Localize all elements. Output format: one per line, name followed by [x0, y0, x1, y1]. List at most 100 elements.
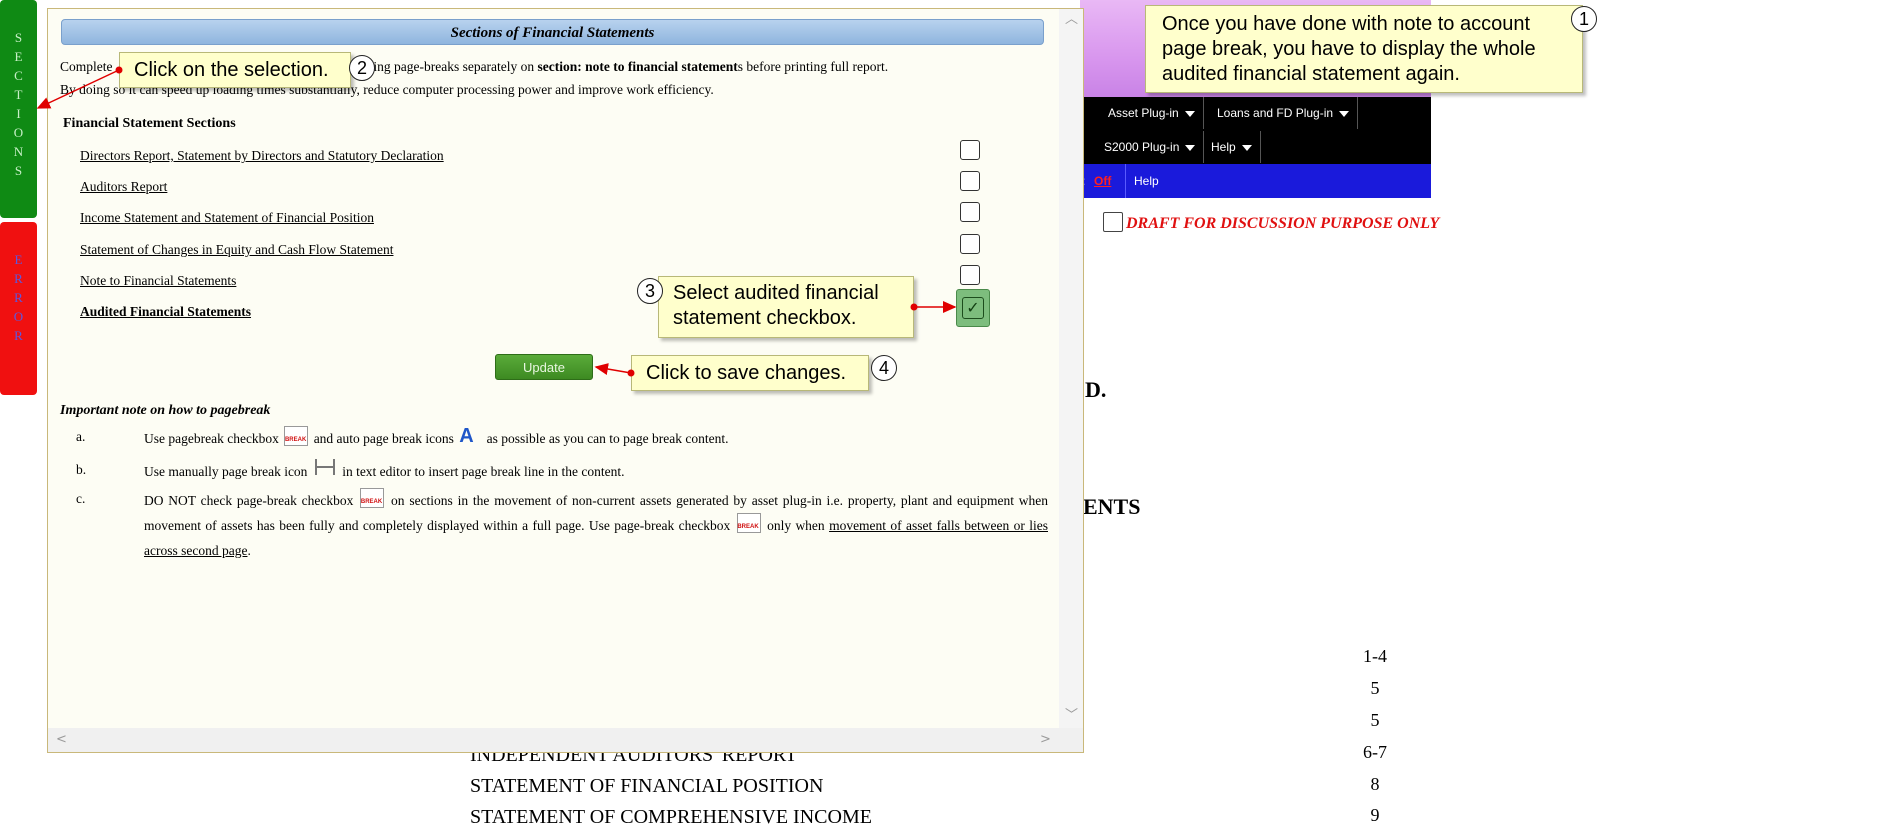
- tab-letter: E: [14, 252, 23, 267]
- dialog-title: Sections of Financial Statements: [61, 19, 1044, 45]
- contents-heading-fragment: ENTS: [1083, 494, 1141, 519]
- toc-page: 6-7: [1363, 742, 1387, 762]
- note-letter: c.: [76, 491, 86, 506]
- note-letter: a.: [76, 429, 86, 444]
- tab-letter: O: [13, 125, 24, 140]
- note-text: DO NOT check page-break checkbox: [144, 493, 354, 508]
- vertical-scrollbar[interactable]: ︿ ﹀: [1059, 9, 1083, 731]
- callout-2: Click on the selection.: [119, 52, 351, 88]
- callout-text: Once you have done with note to account …: [1162, 13, 1536, 85]
- section-link-income-statement[interactable]: Income Statement and Statement of Financ…: [80, 210, 374, 226]
- section-checkbox-note-to-fs[interactable]: [960, 265, 980, 285]
- horizontal-scrollbar[interactable]: < >: [48, 728, 1083, 752]
- tab-letter: S: [14, 30, 23, 45]
- toc-title: STATEMENT OF COMPREHENSIVE INCOME: [470, 806, 872, 828]
- section-link-directors-report[interactable]: Directors Report, Statement by Directors…: [80, 148, 444, 164]
- pagebreak-checkbox-icon: BREAK: [284, 426, 309, 446]
- menu-label: S2000 Plug-in: [1104, 140, 1180, 154]
- step-badge: 1: [1571, 6, 1597, 32]
- step-badge: 2: [349, 55, 375, 81]
- toolbar-blue: : Off Help: [1080, 164, 1431, 198]
- tab-letter: R: [14, 271, 23, 286]
- update-button[interactable]: Update: [495, 354, 593, 380]
- pagebreak-checkbox-icon: BREAK: [360, 488, 385, 508]
- intro-text: Complete: [60, 59, 113, 74]
- break-icon-text: BREAK: [737, 524, 759, 530]
- check-icon: ✓: [962, 297, 984, 319]
- menu-s2000-plugin[interactable]: S2000 Plug-in: [1096, 131, 1205, 163]
- chevron-right-icon[interactable]: >: [1040, 733, 1051, 746]
- break-icon-text: BREAK: [284, 437, 307, 443]
- error-tab[interactable]: E R R O R: [0, 222, 37, 395]
- note-text: .: [247, 543, 251, 558]
- sections-tab[interactable]: S E C T I O N S: [0, 0, 37, 218]
- tab-letter: N: [13, 144, 24, 159]
- caret-down-icon: [1184, 110, 1195, 117]
- callout-4: Click to save changes.: [631, 355, 869, 391]
- note-text: in text editor to insert page break line…: [342, 464, 625, 479]
- note-text: and auto page break icons: [313, 431, 454, 446]
- tab-letter: C: [14, 68, 23, 83]
- toc-page: 5: [1370, 710, 1380, 730]
- toc-page: 5: [1370, 678, 1380, 698]
- menu-asset-plugin[interactable]: Asset Plug-in: [1100, 97, 1204, 129]
- note-text: as possible as you can to page break con…: [486, 431, 729, 446]
- menu-label: Loans and FD Plug-in: [1217, 106, 1334, 120]
- tab-letter: O: [13, 309, 24, 324]
- toggle-off-link[interactable]: Off: [1094, 164, 1111, 198]
- menu-help[interactable]: Help: [1203, 131, 1261, 163]
- note-text: Use manually page break icon: [144, 464, 308, 479]
- pagebreak-note-title: Important note on how to pagebreak: [60, 403, 271, 418]
- draft-checkbox[interactable]: [1103, 212, 1123, 232]
- tab-letter: T: [14, 87, 23, 102]
- menu-label: Help: [1211, 140, 1236, 154]
- toc-page: 8: [1370, 774, 1380, 794]
- section-link-auditors-report[interactable]: Auditors Report: [80, 179, 167, 195]
- note-letter: b.: [76, 462, 87, 477]
- caret-down-icon: [1185, 144, 1196, 151]
- tab-letter: S: [14, 163, 23, 178]
- tab-letter: E: [14, 49, 23, 64]
- chevron-down-icon[interactable]: ﹀: [1065, 709, 1078, 722]
- section-checkbox-income-statement[interactable]: [960, 202, 980, 222]
- note-text: only when: [767, 518, 825, 533]
- section-checkbox-auditors-report[interactable]: [960, 171, 980, 191]
- company-name-fragment: D.: [1085, 377, 1107, 402]
- section-link-note-to-fs[interactable]: Note to Financial Statements: [80, 273, 236, 289]
- chevron-left-icon[interactable]: <: [56, 733, 67, 746]
- callout-3: Select audited financial statement check…: [658, 276, 914, 338]
- menu-loans-fd-plugin[interactable]: Loans and FD Plug-in: [1209, 97, 1359, 129]
- callout-1: Once you have done with note to account …: [1145, 5, 1583, 93]
- note-item-b: b. Use manually page break icon in text …: [76, 459, 1048, 487]
- toc-page: 1-4: [1363, 646, 1387, 666]
- section-link-changes-in-equity[interactable]: Statement of Changes in Equity and Cash …: [80, 242, 393, 258]
- manual-pagebreak-icon: [314, 459, 335, 475]
- tab-letter: I: [16, 106, 21, 121]
- intro-bold-text: section: note to financial statement: [537, 59, 738, 74]
- sections-dialog: Sections of Financial Statements Complet…: [47, 8, 1084, 753]
- tab-letter: R: [14, 290, 23, 305]
- note-text: Use pagebreak checkbox: [144, 431, 279, 446]
- callout-text: Click on the selection.: [134, 59, 329, 81]
- chevron-up-icon[interactable]: ︿: [1065, 13, 1078, 26]
- caret-down-icon: [1339, 110, 1350, 117]
- tab-letter: R: [14, 328, 23, 343]
- toolbar-help-link[interactable]: Help: [1125, 164, 1159, 198]
- section-checkbox-directors-report[interactable]: [960, 140, 980, 160]
- toc-title: STATEMENT OF FINANCIAL POSITION: [470, 775, 824, 797]
- note-item-c: c. DO NOT check page-break checkbox BREA…: [76, 488, 1048, 558]
- callout-text: Select audited financial statement check…: [673, 282, 879, 329]
- caret-down-icon: [1241, 144, 1252, 151]
- section-checkbox-changes-in-equity[interactable]: [960, 234, 980, 254]
- callout-text: Click to save changes.: [646, 362, 847, 384]
- step-badge: 4: [871, 355, 897, 381]
- break-icon-text: BREAK: [360, 499, 383, 505]
- section-checkbox-audited-fs[interactable]: ✓: [956, 289, 990, 327]
- auto-pagebreak-icon: A: [459, 425, 474, 447]
- pagebreak-checkbox-icon: BREAK: [736, 513, 761, 533]
- toc-page: 9: [1370, 805, 1380, 825]
- draft-label: DRAFT FOR DISCUSSION PURPOSE ONLY: [1126, 215, 1440, 232]
- section-link-audited-fs[interactable]: Audited Financial Statements: [80, 304, 251, 320]
- sections-heading: Financial Statement Sections: [63, 116, 236, 131]
- note-item-a: a. Use pagebreak checkbox BREAK and auto…: [76, 425, 1048, 454]
